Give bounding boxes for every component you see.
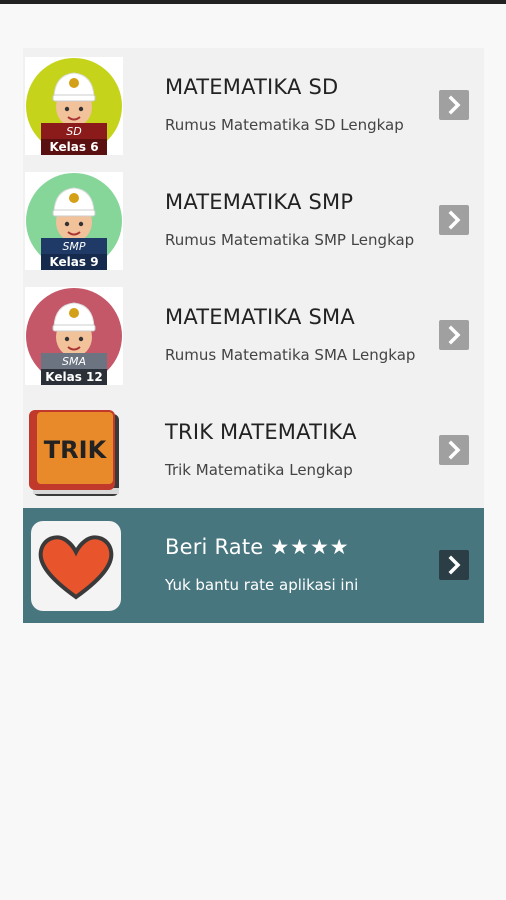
heart-icon <box>25 517 123 615</box>
item-title: Beri Rate ★★★★ <box>165 535 350 559</box>
item-subtitle: Trik Matematika Lengkap <box>165 461 353 479</box>
kelas-label: Kelas 6 <box>49 140 98 154</box>
chevron-right-icon[interactable] <box>439 550 469 580</box>
item-title: TRIK MATEMATIKA <box>165 420 357 444</box>
student-sma-icon: SMA Kelas 12 <box>25 287 123 385</box>
kelas-label: Kelas 12 <box>45 370 102 384</box>
book-label: TRIK <box>44 436 108 464</box>
trik-book-icon: TRIK <box>25 402 123 500</box>
student-smp-icon: SMP Kelas 9 <box>25 172 123 270</box>
menu-item-matematika-sma[interactable]: SMA Kelas 12 MATEMATIKA SMA Rumus Matema… <box>23 278 484 393</box>
menu-item-trik-matematika[interactable]: TRIK TRIK MATEMATIKA Trik Matematika Len… <box>23 393 484 508</box>
kelas-label: Kelas 9 <box>49 255 98 269</box>
level-label: SMP <box>62 240 85 253</box>
chevron-right-icon[interactable] <box>439 320 469 350</box>
rating-stars: ★★★★ <box>270 535 350 559</box>
item-subtitle: Rumus Matematika SMA Lengkap <box>165 346 416 364</box>
student-sd-icon: SD Kelas 6 <box>25 57 123 155</box>
item-title: MATEMATIKA SMP <box>165 190 354 214</box>
menu-item-matematika-smp[interactable]: SMP Kelas 9 MATEMATIKA SMP Rumus Matemat… <box>23 163 484 278</box>
item-title: MATEMATIKA SD <box>165 75 339 99</box>
chevron-right-icon[interactable] <box>439 435 469 465</box>
menu-item-beri-rate[interactable]: Beri Rate ★★★★ Yuk bantu rate aplikasi i… <box>23 508 484 623</box>
item-subtitle: Rumus Matematika SD Lengkap <box>165 116 404 134</box>
level-label: SMA <box>62 355 86 368</box>
level-label: SD <box>66 125 81 138</box>
chevron-right-icon[interactable] <box>439 90 469 120</box>
item-subtitle: Rumus Matematika SMP Lengkap <box>165 231 415 249</box>
menu-list: SD Kelas 6 MATEMATIKA SD Rumus Matematik… <box>23 48 484 623</box>
rate-title: Beri Rate <box>165 535 264 559</box>
menu-item-matematika-sd[interactable]: SD Kelas 6 MATEMATIKA SD Rumus Matematik… <box>23 48 484 163</box>
item-title: MATEMATIKA SMA <box>165 305 355 329</box>
chevron-right-icon[interactable] <box>439 205 469 235</box>
status-bar <box>0 0 506 4</box>
item-subtitle: Yuk bantu rate aplikasi ini <box>165 576 359 594</box>
